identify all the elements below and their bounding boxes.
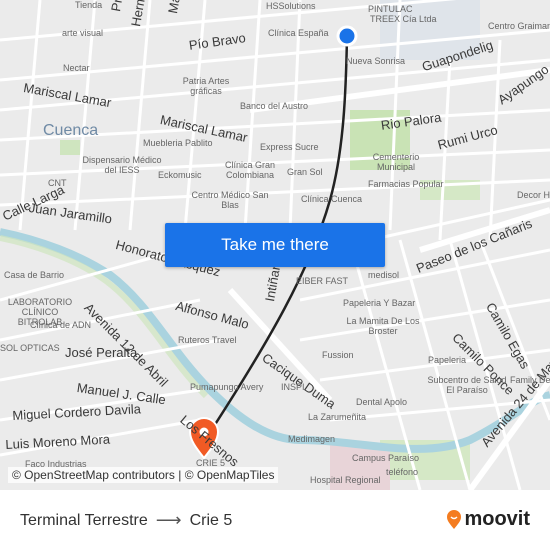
poi-label: arte visual	[62, 28, 104, 38]
poi-label: Clínica Gran Colombiana	[224, 160, 276, 180]
origin-name: Terminal Terrestre	[20, 511, 148, 529]
moovit-pin-icon	[447, 509, 462, 529]
poi-label: Subcentro de Salud El Paraíso	[427, 375, 507, 395]
poi-label: Papeleria Y Bazar	[343, 298, 416, 308]
take-me-there-button[interactable]: Take me there	[165, 223, 385, 267]
poi-label: Dental Apolo	[356, 397, 408, 407]
poi-label: La Zarumeñita	[308, 412, 367, 422]
arrow-right-icon: ⟶	[155, 510, 182, 530]
poi-label: Campus Paraíso	[352, 453, 420, 463]
poi-label: Tienda	[75, 0, 103, 10]
poi-label: Patria Artes gráficas	[182, 76, 230, 96]
poi-label: HSSolutions	[266, 1, 316, 11]
poi-label: Centro Médico San Blas	[191, 190, 269, 210]
poi-label: Farmacias Popular	[368, 179, 444, 189]
poi-label: Medimagen	[288, 434, 336, 444]
poi-label: PINTULAC	[368, 4, 413, 14]
poi-label: Papeleria	[428, 355, 467, 365]
city-label: Cuenca	[43, 122, 99, 139]
poi-label: Clínica España	[268, 28, 329, 38]
park	[60, 140, 80, 155]
poi-label: medisol	[368, 270, 400, 280]
poi-label: Family De	[510, 375, 550, 385]
poi-label: Fussion	[322, 350, 354, 360]
street-label: José Peralta	[65, 345, 138, 360]
poi-label: Ruteros Travel	[178, 335, 237, 345]
poi-label: Dispensario Médico del IESS	[82, 155, 162, 175]
poi-label: Banco del Austro	[240, 101, 309, 111]
poi-label: Nectar	[63, 63, 90, 73]
poi-label: La Mamita De Los Broster	[346, 316, 420, 336]
brand-name: moovit	[464, 508, 530, 530]
map-attribution[interactable]: © OpenStreetMap contributors | © OpenMap…	[8, 467, 279, 483]
poi-label: Decor H	[517, 190, 550, 200]
poi-label: Muebleria Pablito	[143, 138, 213, 148]
poi-label: Nueva Sonrisa	[346, 56, 406, 66]
poi-label: Casa de Barrio	[4, 270, 65, 280]
poi-label: EIBER FAST	[296, 276, 349, 286]
poi-label: TREEX Cía Ltda	[370, 14, 437, 24]
poi-label: Clínica de ADN	[30, 320, 92, 330]
poi-label: Cementerio Municipal	[372, 152, 420, 172]
map[interactable]: Pío Bravo Mariscal Lamar Mariscal Lamar Cue…	[0, 0, 550, 490]
poi-label: Eckomusic	[158, 170, 202, 180]
poi-label: CNT	[48, 178, 67, 188]
poi-label: teléfono	[386, 467, 419, 477]
poi-label: INSPI	[281, 382, 305, 392]
origin-marker[interactable]	[336, 25, 358, 47]
poi-label: Hospital Regional	[310, 475, 381, 485]
poi-label: Clínica Cuenca	[301, 194, 363, 204]
footer: Terminal Terrestre ⟶ Crie 5 moovit	[0, 490, 550, 550]
route-title: Terminal Terrestre ⟶ Crie 5	[20, 510, 232, 531]
destination-name: Crie 5	[189, 511, 233, 529]
poi-label: Pumapungo Avery	[190, 382, 264, 392]
poi-label: Gran Sol	[287, 167, 323, 177]
moovit-logo: moovit	[446, 508, 530, 531]
poi-label: SOL OPTICAS	[0, 343, 60, 353]
poi-label: Centro Graiman	[488, 21, 550, 31]
poi-label: Express Sucre	[260, 142, 319, 152]
